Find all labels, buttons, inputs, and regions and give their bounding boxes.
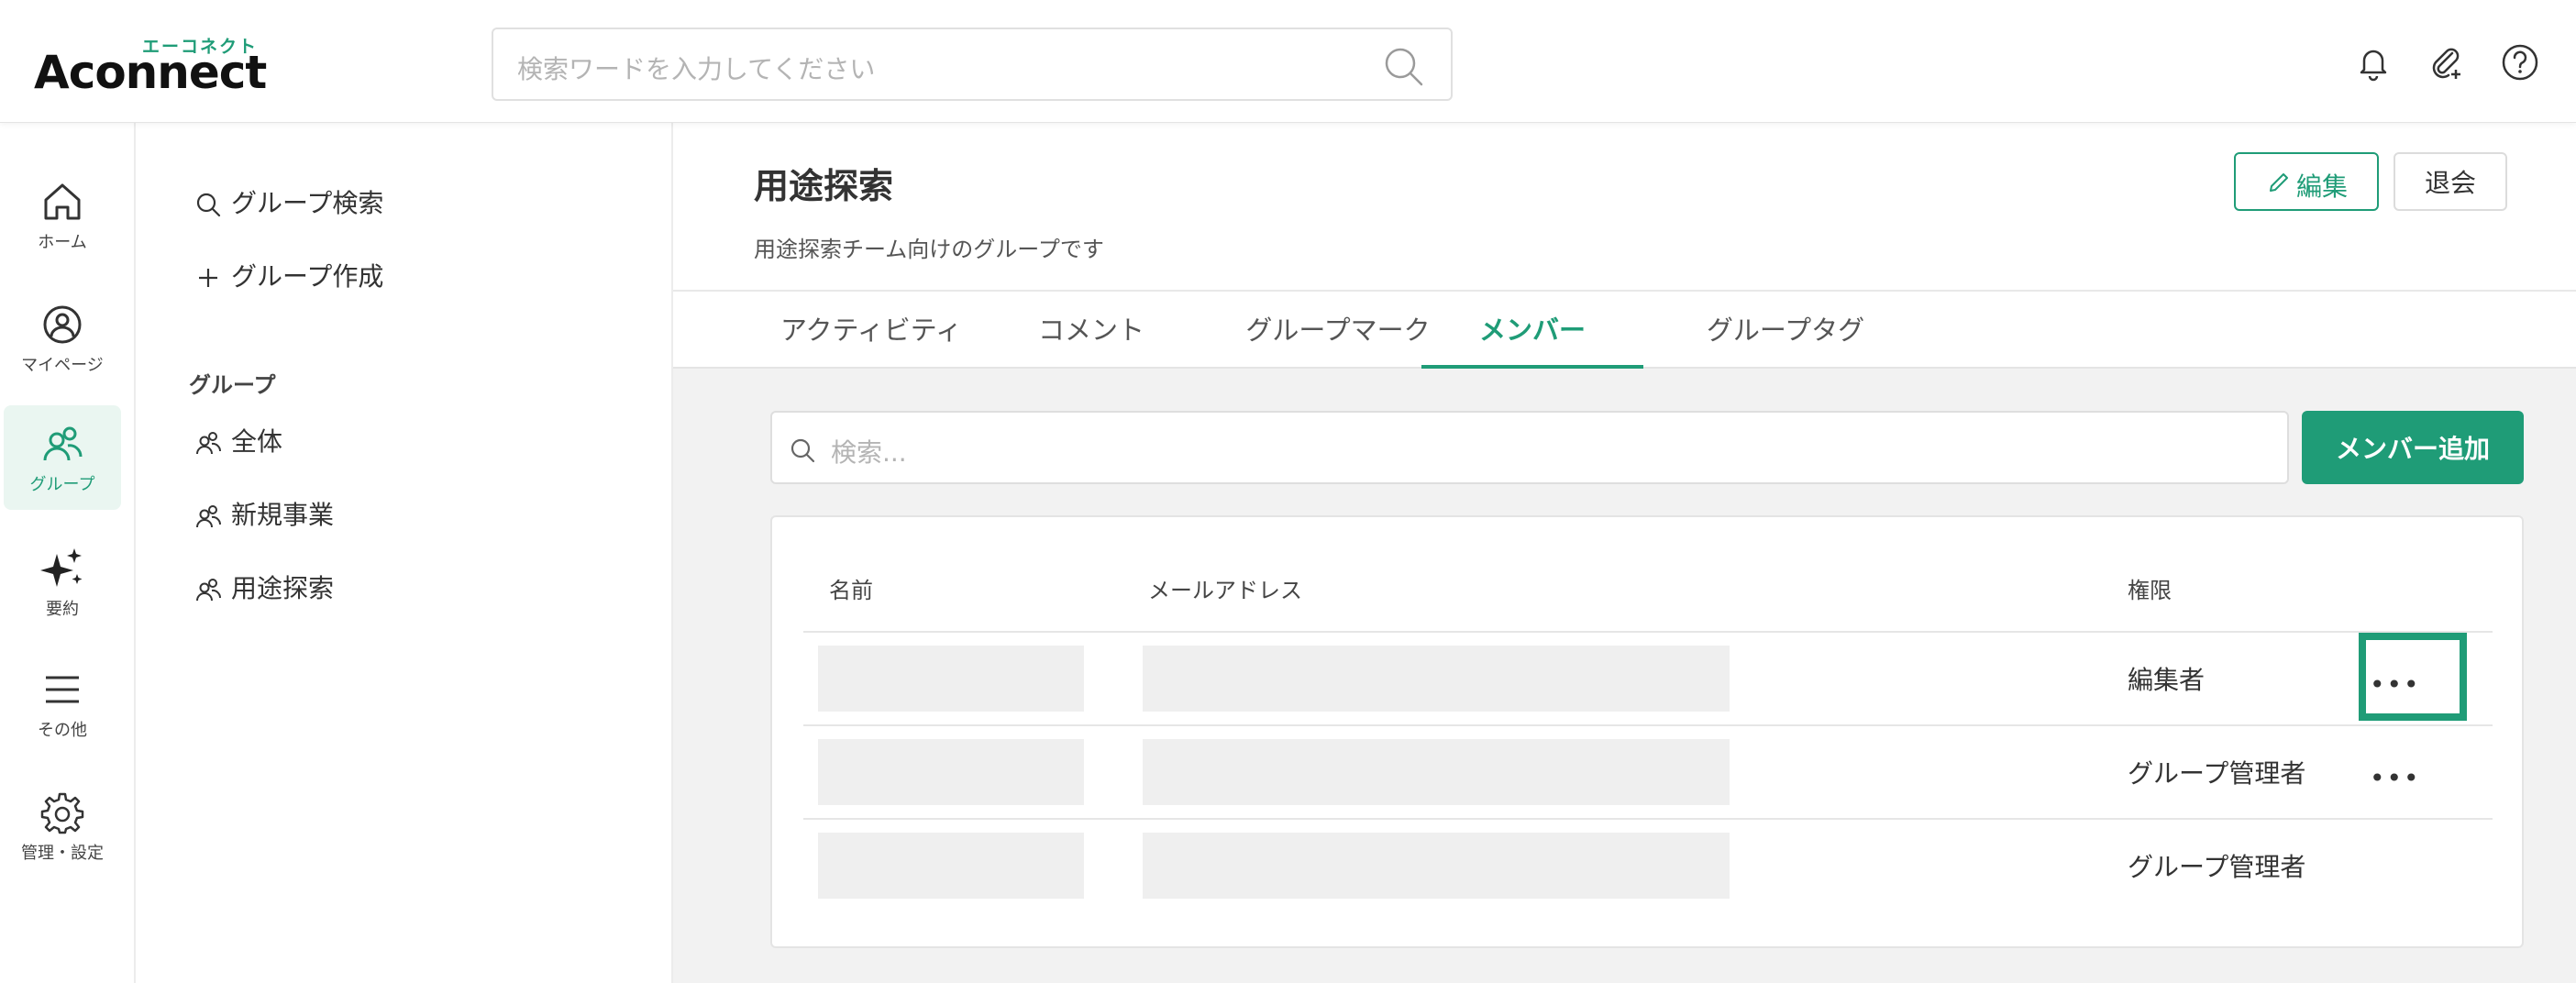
tab-members[interactable]: メンバー <box>1421 292 1643 369</box>
members-table: 名前 メールアドレス 権限 編集者 ••• グループ管理者 ••• グループ管理… <box>770 515 2524 948</box>
table-row: 編集者 ••• <box>803 631 2493 724</box>
table-row: グループ管理者 ••• <box>803 724 2493 818</box>
name-placeholder <box>818 739 1084 805</box>
nav-item-label: マイページ <box>21 356 104 375</box>
logo[interactable]: エーコネクト Aconnect <box>34 33 272 99</box>
nav-item-summary[interactable]: 要約 <box>4 530 121 635</box>
group-search-label: グループ検索 <box>231 188 384 218</box>
logo-text: Aconnect <box>34 46 267 99</box>
member-search-input[interactable]: 検索... <box>770 411 2289 484</box>
add-member-button[interactable]: メンバー追加 <box>2302 411 2524 484</box>
group-sidebar: グループ検索 グループ作成 グループ 全体 新規事業 用途探索 <box>138 123 673 983</box>
top-header: エーコネクト Aconnect 検索ワードを入力してください <box>0 0 2576 123</box>
name-placeholder <box>818 646 1084 712</box>
group-item-label: 用途探索 <box>231 573 335 603</box>
nav-item-other[interactable]: その他 <box>4 651 121 756</box>
bell-icon[interactable] <box>2353 42 2394 83</box>
global-search-placeholder: 検索ワードを入力してください <box>517 54 876 84</box>
search-icon[interactable] <box>1381 44 1425 88</box>
table-row: グループ管理者 <box>803 818 2493 911</box>
role-value: 編集者 <box>2128 665 2206 695</box>
nav-item-label: その他 <box>38 721 87 740</box>
group-item-label: 新規事業 <box>231 500 335 530</box>
group-tabs: アクティビティ コメント グループマーク メンバー グループタグ <box>673 292 2576 369</box>
nav-item-label: 要約 <box>46 600 79 619</box>
group-item-label: 全体 <box>231 426 283 457</box>
gear-icon <box>40 792 84 834</box>
search-icon <box>196 193 221 217</box>
nav-item-label: 管理・設定 <box>21 844 104 863</box>
role-value: グループ管理者 <box>2128 758 2306 789</box>
edit-button-label: 編集 <box>2296 171 2349 202</box>
nav-item-group[interactable]: グループ <box>4 405 121 510</box>
tab-group-tag[interactable]: グループタグ <box>1671 292 1900 369</box>
nav-item-settings[interactable]: 管理・設定 <box>4 774 121 878</box>
home-icon <box>44 183 81 220</box>
group-icon <box>196 505 222 528</box>
menu-icon <box>46 676 79 703</box>
name-placeholder <box>818 833 1084 899</box>
edit-button[interactable]: 編集 <box>2234 152 2379 211</box>
column-header-name: 名前 <box>829 578 873 603</box>
global-search-input[interactable]: 検索ワードを入力してください <box>492 28 1453 101</box>
column-header-role: 権限 <box>2128 578 2172 603</box>
page-title: 用途探索 <box>754 166 894 206</box>
tab-comment[interactable]: コメント <box>1014 292 1168 369</box>
row-menu-button[interactable]: ••• <box>2370 669 2421 700</box>
group-icon <box>43 426 83 461</box>
row-menu-button[interactable]: ••• <box>2370 763 2421 793</box>
group-icon <box>196 579 222 602</box>
column-header-email: メールアドレス <box>1148 578 1302 603</box>
group-icon <box>196 432 222 455</box>
nav-item-mypage[interactable]: マイページ <box>4 286 121 391</box>
email-placeholder <box>1143 833 1730 899</box>
nav-item-label: ホーム <box>38 233 87 252</box>
email-placeholder <box>1143 646 1730 712</box>
paperclip-icon[interactable] <box>2425 42 2465 83</box>
user-icon <box>43 305 82 344</box>
plus-icon <box>199 269 217 287</box>
tab-activity[interactable]: アクティビティ <box>757 292 985 369</box>
group-section-heading: グループ <box>189 372 276 398</box>
primary-nav: ホーム マイページ グループ 要約 その他 管理・設定 <box>0 123 136 983</box>
group-header: 用途探索 用途探索チーム向けのグループです 編集 退会 <box>673 123 2576 292</box>
pencil-icon <box>2270 173 2288 192</box>
sparkle-icon <box>40 548 83 587</box>
nav-item-home[interactable]: ホーム <box>4 163 121 268</box>
page-description: 用途探索チーム向けのグループです <box>754 237 1104 262</box>
nav-item-label: グループ <box>29 475 95 494</box>
help-icon[interactable] <box>2500 42 2540 83</box>
main-content: 用途探索 用途探索チーム向けのグループです 編集 退会 アクティビティ コメント… <box>673 123 2576 983</box>
search-icon <box>790 438 815 463</box>
leave-button[interactable]: 退会 <box>2394 152 2507 211</box>
email-placeholder <box>1143 739 1730 805</box>
group-create-label: グループ作成 <box>231 261 384 292</box>
role-value: グループ管理者 <box>2128 852 2306 882</box>
member-search-placeholder: 検索... <box>831 437 907 468</box>
